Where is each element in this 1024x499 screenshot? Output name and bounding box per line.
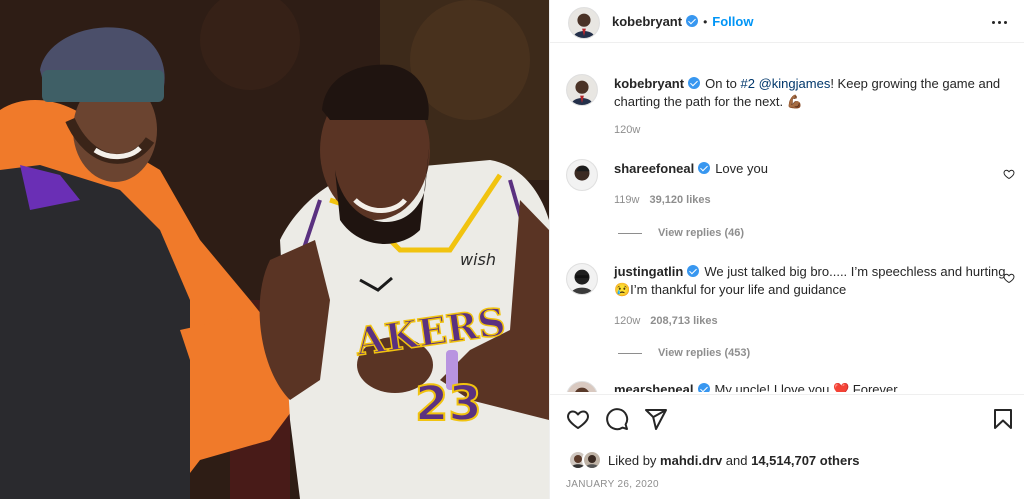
liked-by-text: Liked by mahdi.drv and 14,514,707 others: [608, 453, 860, 468]
caption-time[interactable]: 120w: [614, 124, 640, 136]
comment-text: mearsheneal My uncle! I love you ❤️ Forev…: [614, 381, 1014, 392]
comment-avatar-image: [567, 264, 597, 294]
comment-body: Love you: [715, 161, 768, 176]
caption-text-before: On to: [705, 76, 741, 91]
comment-avatar-image: [567, 160, 597, 190]
post-date[interactable]: JANUARY 26, 2020: [566, 479, 659, 490]
replies-line: [618, 232, 642, 234]
flexed-biceps-emoji: 💪🏾: [786, 94, 803, 109]
liked-by-row: Liked by mahdi.drv and 14,514,707 others: [566, 450, 1006, 472]
comment-likes[interactable]: 39,120 likes: [649, 194, 710, 206]
share-icon[interactable]: [644, 407, 668, 431]
liked-by-user[interactable]: mahdi.drv: [660, 453, 722, 468]
like-comment-heart-icon[interactable]: [1003, 168, 1015, 180]
liker-avatar[interactable]: [582, 450, 602, 470]
comment-icon[interactable]: [605, 407, 629, 431]
view-replies-label: View replies (453): [658, 347, 751, 359]
svg-text:wish: wish: [460, 250, 496, 269]
liker-avatar-image: [585, 455, 599, 468]
caption-avatar-image: [567, 75, 597, 105]
view-replies-button[interactable]: View replies (46): [618, 227, 744, 239]
caption-text: kobebryant On to #2 @kingjames! Keep grow…: [614, 75, 1014, 111]
follow-button[interactable]: Follow: [712, 14, 753, 29]
post-photo[interactable]: wish AKERS 23: [0, 0, 549, 499]
comment-avatar-image: [567, 382, 597, 392]
comment-body: My uncle! I love you ❤️ Forever: [714, 382, 898, 392]
post-side-panel: kobebryant • Follow kobebryant On to #2 @ki…: [549, 0, 1024, 499]
author-username[interactable]: kobebryant: [612, 14, 682, 29]
liked-by-middle: and: [722, 453, 752, 468]
comment-avatar[interactable]: [566, 159, 598, 191]
author-avatar[interactable]: [568, 7, 600, 39]
comment-time[interactable]: 119w: [614, 194, 639, 206]
view-replies-button[interactable]: View replies (453): [618, 347, 750, 359]
separator-dot: •: [703, 15, 708, 29]
verified-badge-icon: [686, 15, 699, 27]
verified-badge-icon: [687, 265, 700, 277]
caption-hashtag[interactable]: #2: [741, 76, 755, 91]
comment-avatar[interactable]: [566, 381, 598, 392]
comment-likes[interactable]: 208,713 likes: [650, 315, 717, 327]
verified-badge-icon: [688, 77, 701, 89]
post-actions: Liked by mahdi.drv and 14,514,707 others…: [550, 394, 1024, 499]
comment-time[interactable]: 120w: [614, 315, 640, 327]
verified-badge-icon: [697, 383, 710, 392]
view-replies-label: View replies (46): [658, 227, 745, 239]
comment-meta: 120w 208,713 likes: [614, 315, 718, 327]
liked-by-prefix: Liked by: [608, 453, 661, 468]
heart-icon[interactable]: [566, 407, 590, 431]
author-name-row: kobebryant • Follow: [612, 14, 753, 29]
comment-text: shareefoneal Love you: [614, 160, 1014, 178]
comment-username[interactable]: shareefoneal: [614, 161, 694, 176]
liked-by-count[interactable]: 14,514,707 others: [751, 453, 859, 468]
comment-username[interactable]: justingatlin: [614, 264, 683, 279]
like-comment-heart-icon[interactable]: [1003, 272, 1015, 284]
verified-badge-icon: [698, 162, 711, 174]
bookmark-icon[interactable]: [991, 407, 1015, 431]
author-avatar-image: [569, 8, 599, 38]
more-options-icon[interactable]: [991, 13, 1009, 31]
comment-text: justingatlin We just talked big bro..... …: [614, 263, 1014, 299]
svg-text:23: 23: [415, 376, 482, 432]
caption-avatar[interactable]: [566, 74, 598, 106]
caption-meta: 120w: [614, 124, 640, 136]
post-photo-illustration: wish AKERS 23: [0, 0, 549, 499]
caption-username[interactable]: kobebryant: [614, 76, 684, 91]
post-header: kobebryant • Follow: [550, 0, 1024, 43]
comment-meta: 119w 39,120 likes: [614, 194, 711, 206]
comments-list[interactable]: kobebryant On to #2 @kingjames! Keep grow…: [550, 44, 1024, 392]
caption-mention[interactable]: @kingjames: [759, 76, 831, 91]
replies-line: [618, 352, 642, 354]
comment-avatar[interactable]: [566, 263, 598, 295]
comment-username[interactable]: mearsheneal: [614, 382, 694, 392]
